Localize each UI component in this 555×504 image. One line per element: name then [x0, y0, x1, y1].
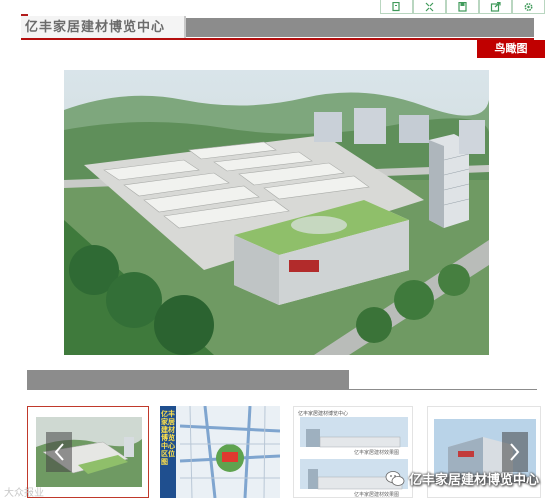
page-title: 亿丰家居建材博览中心 [21, 16, 186, 39]
elevation-caption-bottom: 亿丰家居建材效果图 [354, 492, 400, 498]
watermark-text: 亿丰家居建材博览中心 [409, 472, 540, 488]
gallery-header-bar [27, 370, 349, 389]
location-map-banner: 亿丰家居建材博览中心区位图 [161, 410, 175, 466]
save-icon [458, 1, 467, 12]
chevron-right-icon [510, 443, 520, 461]
settings-button[interactable] [512, 0, 545, 14]
viewer-toolbar [380, 0, 555, 14]
wechat-logo-icon [385, 470, 405, 486]
thumbnail-location-map[interactable]: 亿丰家居建材博览中心区位图 [160, 406, 280, 498]
share-button[interactable] [479, 0, 512, 14]
gallery-divider [27, 389, 537, 390]
aerial-view-image [64, 70, 489, 355]
fullscreen-button[interactable] [413, 0, 446, 14]
section-tag: 鸟瞰图 [477, 40, 545, 58]
chevron-left-icon [54, 443, 64, 461]
save-button[interactable] [446, 0, 479, 14]
header-divider [21, 38, 534, 40]
settings-icon [524, 2, 533, 11]
elevation-caption-mid: 亿丰家居建材效果图 [354, 450, 400, 456]
gallery-prev-button[interactable] [46, 432, 72, 472]
copy-icon [392, 1, 400, 11]
gallery-next-button[interactable] [502, 432, 528, 472]
copy-button[interactable] [380, 0, 413, 14]
fullscreen-icon [425, 2, 434, 11]
watermark: 亿丰家居建材博览中心 [385, 468, 539, 488]
watermark-left: 大众报业 [4, 488, 44, 499]
share-icon [490, 1, 501, 12]
